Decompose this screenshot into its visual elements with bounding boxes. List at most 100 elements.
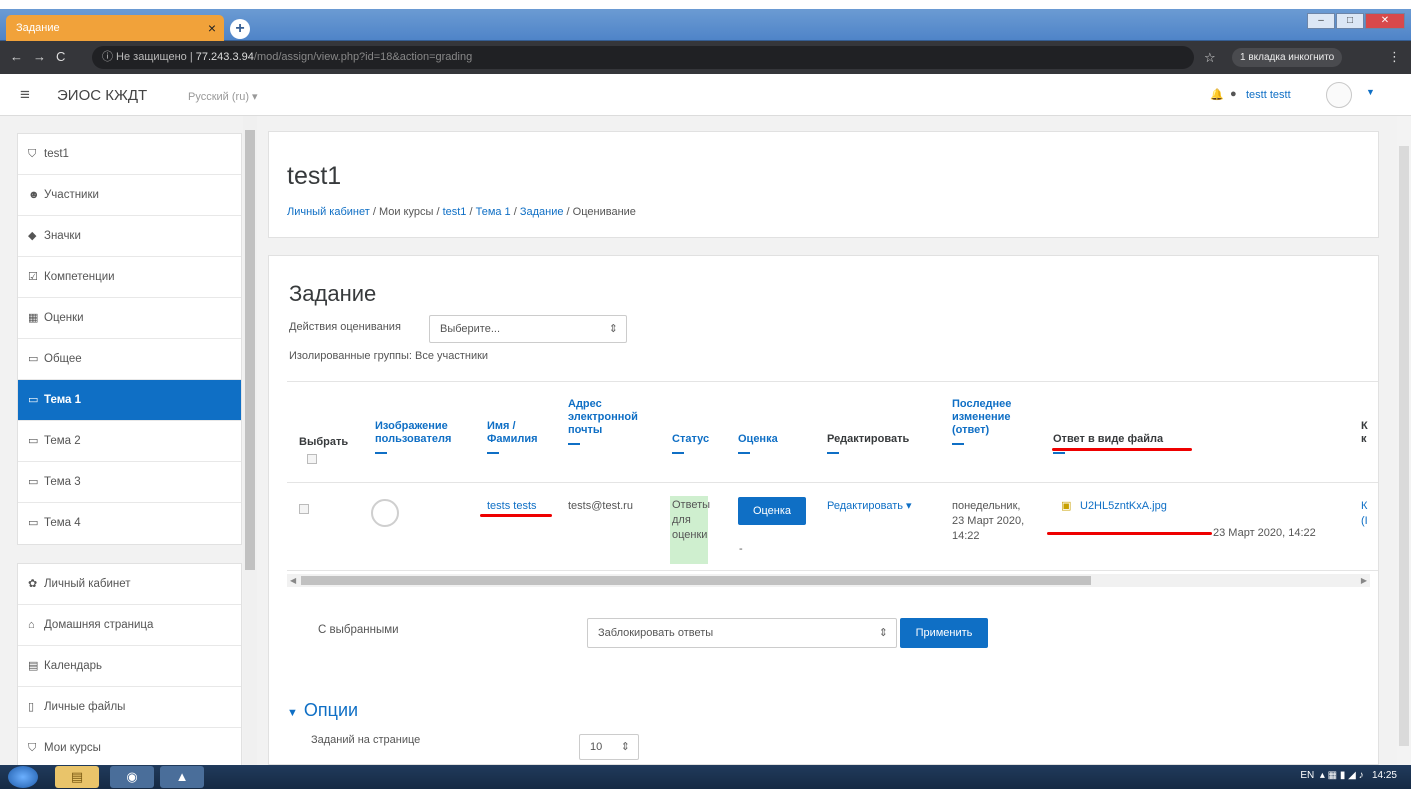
sidebar-item-label: Тема 1 bbox=[44, 394, 82, 406]
sidebar-item-badges[interactable]: ◆ Значки bbox=[18, 216, 241, 257]
select-all-checkbox[interactable] bbox=[307, 454, 317, 464]
home-icon: ⌂ bbox=[28, 619, 35, 631]
start-button[interactable] bbox=[8, 766, 38, 788]
file-date: 23 Март 2020, 14:22 bbox=[1213, 527, 1316, 539]
col-email[interactable]: Адрес электронной почты bbox=[568, 398, 658, 445]
scroll-right-icon[interactable]: ▶ bbox=[1361, 574, 1367, 587]
site-navbar: ≡ ЭИОС КЖДТ Русский (ru) ▾ 🔔 ● testt tes… bbox=[0, 74, 1411, 116]
browser-tab-bar: Задание × + – □ ✕ bbox=[0, 9, 1411, 41]
avatar[interactable] bbox=[371, 499, 399, 527]
minimize-button[interactable]: – bbox=[1307, 13, 1335, 29]
submission-file-link[interactable]: U2HL5zntKxA.jpg bbox=[1080, 499, 1167, 514]
breadcrumb-topic[interactable]: Тема 1 bbox=[476, 206, 511, 218]
browser-tab[interactable]: Задание × bbox=[6, 15, 224, 41]
sidebar-item-topic-3[interactable]: ▭ Тема 3 bbox=[18, 462, 241, 503]
nav-buttons[interactable]: ←→C bbox=[10, 49, 75, 64]
sidebar-item-grades[interactable]: ▦ Оценки bbox=[18, 298, 241, 339]
breadcrumb: Личный кабинет / Мои курсы / test1 / Тем… bbox=[287, 206, 636, 218]
url-path: /mod/assign/view.php?id=18&action=gradin… bbox=[253, 51, 473, 63]
notification-bell-icon[interactable]: 🔔 bbox=[1210, 88, 1224, 101]
sidebar-item-general[interactable]: ▭ Общее bbox=[18, 339, 241, 380]
col-modified[interactable]: Последнее изменение (ответ) bbox=[952, 398, 1032, 445]
security-indicator[interactable]: ⓘ Не защищено bbox=[102, 51, 187, 63]
col-name[interactable]: Имя / Фамилия bbox=[487, 420, 551, 454]
sidebar-item-topic-2[interactable]: ▭ Тема 2 bbox=[18, 421, 241, 462]
taskbar-explorer-icon[interactable]: ▤ bbox=[55, 766, 99, 788]
address-bar[interactable]: ⓘ Не защищено | 77.243.3.94/mod/assign/v… bbox=[92, 46, 1194, 69]
taskbar-chrome-icon[interactable]: ◉ bbox=[110, 766, 154, 788]
browser-menu-icon[interactable]: ⋮ bbox=[1388, 49, 1401, 65]
col-grade[interactable]: Оценка bbox=[738, 433, 778, 454]
url-host: 77.243.3.94 bbox=[195, 51, 254, 63]
sidebar-item-topic-4[interactable]: ▭ Тема 4 bbox=[18, 503, 241, 544]
sidebar-item-label: Тема 3 bbox=[44, 476, 81, 488]
user-name[interactable]: testt testt bbox=[1246, 89, 1291, 101]
sidebar-scroll-thumb[interactable] bbox=[245, 130, 255, 570]
user-avatar[interactable] bbox=[1326, 82, 1352, 108]
last-modified: понедельник, 23 Март 2020, 14:22 bbox=[952, 500, 1025, 542]
sidebar-scrollbar[interactable] bbox=[243, 116, 257, 765]
file-icon: ▯ bbox=[28, 701, 35, 713]
col-select: Выбрать bbox=[299, 436, 348, 464]
bookmark-star-icon[interactable]: ☆ bbox=[1204, 50, 1216, 66]
grading-actions-label: Действия оценивания bbox=[289, 321, 401, 333]
sidebar-item-home[interactable]: ⌂ Домашняя страница bbox=[18, 605, 241, 646]
graduation-cap-icon: ⛉ bbox=[28, 742, 37, 754]
page-scroll-thumb[interactable] bbox=[1399, 146, 1409, 746]
sidebar-item-dashboard[interactable]: ✿ Личный кабинет bbox=[18, 564, 241, 605]
options-section-toggle[interactable]: ▼ Опции bbox=[287, 700, 358, 721]
language-menu[interactable]: Русский (ru) ▾ bbox=[188, 90, 258, 103]
breadcrumb-course[interactable]: test1 bbox=[443, 206, 467, 218]
select-arrows-icon: ⇕ bbox=[878, 627, 888, 639]
highlight-underline-header bbox=[1052, 448, 1192, 451]
os-taskbar: ▤ ◉ ▲ EN ▴ ▦ ▮ ◢ ♪ 14:25 bbox=[0, 765, 1411, 789]
site-name[interactable]: ЭИОС КЖДТ bbox=[57, 87, 147, 104]
maximize-button[interactable]: □ bbox=[1336, 13, 1364, 29]
sidebar-item-label: Участники bbox=[44, 189, 99, 201]
apply-button[interactable]: Применить bbox=[900, 618, 988, 648]
bulk-action-select[interactable]: Заблокировать ответы ⇕ bbox=[587, 618, 897, 648]
col-cut: К к bbox=[1361, 420, 1368, 445]
col-picture[interactable]: Изображение пользователя bbox=[375, 420, 455, 454]
sidebar-item-course[interactable]: ⛉ test1 bbox=[18, 134, 241, 175]
edit-menu-link[interactable]: Редактировать ▾ bbox=[827, 499, 912, 514]
user-menu-caret-icon[interactable]: ▼ bbox=[1366, 87, 1375, 97]
table-bottom-divider bbox=[287, 570, 1378, 571]
grade-button[interactable]: Оценка bbox=[738, 497, 806, 525]
sidebar-item-competencies[interactable]: ☑ Компетенции bbox=[18, 257, 241, 298]
col-status[interactable]: Статус bbox=[672, 433, 709, 454]
breadcrumb-grading: Оценивание bbox=[572, 206, 636, 218]
sidebar-item-calendar[interactable]: ▤ Календарь bbox=[18, 646, 241, 687]
calendar-icon: ▤ bbox=[28, 660, 39, 672]
sidebar-item-label: Календарь bbox=[44, 660, 103, 672]
per-page-select[interactable]: 10 ⇕ bbox=[579, 734, 639, 760]
scroll-left-icon[interactable]: ◀ bbox=[290, 574, 296, 587]
sidebar-item-topic-1[interactable]: ▭ Тема 1 bbox=[18, 380, 241, 421]
taskbar-app-icon[interactable]: ▲ bbox=[160, 766, 204, 788]
table-scroll-thumb[interactable] bbox=[301, 576, 1091, 585]
sidebar-item-files[interactable]: ▯ Личные файлы bbox=[18, 687, 241, 728]
hamburger-menu-icon[interactable]: ≡ bbox=[20, 85, 30, 105]
col-edit: Редактировать bbox=[827, 433, 909, 454]
groups-info: Изолированные группы: Все участники bbox=[289, 350, 489, 362]
sidebar-item-my-courses[interactable]: ⛉ Мои курсы bbox=[18, 728, 241, 765]
sidebar-item-participants[interactable]: ☻ Участники bbox=[18, 175, 241, 216]
row-checkbox[interactable] bbox=[299, 504, 309, 514]
page-scrollbar[interactable] bbox=[1397, 116, 1411, 765]
student-name-link[interactable]: tests tests bbox=[487, 499, 537, 514]
grading-actions-select[interactable]: Выберите... ⇕ bbox=[429, 315, 627, 343]
messages-icon[interactable]: ● bbox=[1230, 88, 1237, 100]
users-icon: ☻ bbox=[28, 189, 40, 201]
breadcrumb-assignment[interactable]: Задание bbox=[520, 206, 564, 218]
clock[interactable]: 14:25 bbox=[1372, 770, 1397, 781]
grade-value: - bbox=[739, 543, 743, 555]
new-tab-button[interactable]: + bbox=[230, 19, 250, 39]
incognito-badge[interactable]: 1 вкладка инкогнито bbox=[1232, 48, 1343, 67]
tab-close-icon[interactable]: × bbox=[208, 15, 216, 41]
window-close-button[interactable]: ✕ bbox=[1365, 13, 1405, 29]
breadcrumb-dashboard[interactable]: Личный кабинет bbox=[287, 206, 370, 218]
input-language[interactable]: EN bbox=[1300, 770, 1314, 781]
sidebar-item-label: Оценки bbox=[44, 312, 84, 324]
table-horizontal-scrollbar[interactable]: ◀ ▶ bbox=[287, 574, 1370, 587]
assignment-card: Задание Действия оценивания Выберите... ⇕… bbox=[268, 255, 1379, 765]
